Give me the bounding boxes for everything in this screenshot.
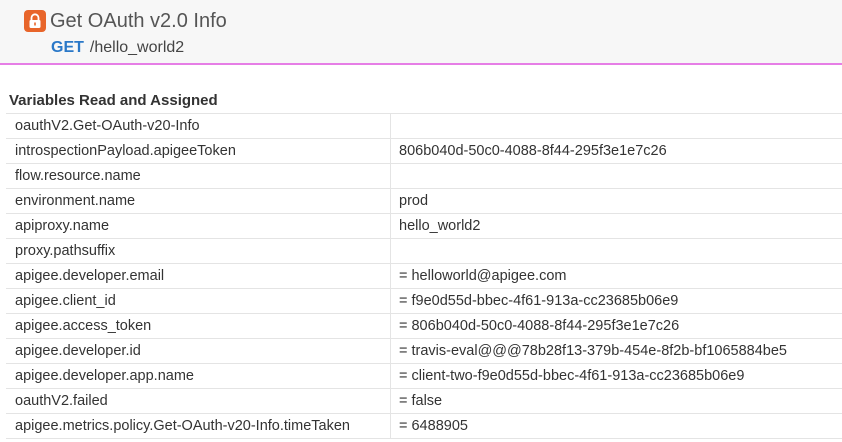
table-row: apigee.developer.app.name = client-two-f9…: [6, 363, 842, 389]
table-row: oauthV2.failed = false: [6, 388, 842, 414]
variable-name: apiproxy.name: [6, 213, 391, 239]
variable-value: = 6488905: [390, 413, 842, 439]
variable-name: apigee.developer.email: [6, 263, 391, 289]
variable-value: [390, 113, 842, 139]
variable-name: oauthV2.Get-OAuth-v20-Info: [6, 113, 391, 139]
variable-value: = helloworld@apigee.com: [390, 263, 842, 289]
variable-name: introspectionPayload.apigeeToken: [6, 138, 391, 164]
variable-value: = false: [390, 388, 842, 414]
variable-value: = travis-eval@@@78b28f13-379b-454e-8f2b-…: [390, 338, 842, 364]
table-row: flow.resource.name: [6, 163, 842, 189]
variables-table: oauthV2.Get-OAuth-v20-Info introspectionP…: [6, 113, 842, 439]
variable-name: flow.resource.name: [6, 163, 391, 189]
variable-value: = f9e0d55d-bbec-4f61-913a-cc23685b06e9: [390, 288, 842, 314]
variable-value: = client-two-f9e0d55d-bbec-4f61-913a-cc2…: [390, 363, 842, 389]
variable-value: [390, 238, 842, 264]
table-row: apigee.metrics.policy.Get-OAuth-v20-Info…: [6, 413, 842, 439]
variable-value: 806b040d-50c0-4088-8f44-295f3e1e7c26: [390, 138, 842, 164]
http-verb: GET: [51, 39, 84, 56]
variable-name: apigee.metrics.policy.Get-OAuth-v20-Info…: [6, 413, 391, 439]
table-row: apigee.client_id = f9e0d55d-bbec-4f61-913…: [6, 288, 842, 314]
variable-name: apigee.developer.app.name: [6, 363, 391, 389]
variable-name: apigee.developer.id: [6, 338, 391, 364]
table-row: apigee.developer.email = helloworld@apige…: [6, 263, 842, 289]
section-title: Variables Read and Assigned: [9, 92, 218, 109]
policy-title: Get OAuth v2.0 Info: [50, 10, 227, 32]
request-path: /hello_world2: [89, 39, 185, 56]
variable-name: apigee.client_id: [6, 288, 391, 314]
variable-name: oauthV2.failed: [6, 388, 391, 414]
variable-name: apigee.access_token: [6, 313, 391, 339]
variable-value: prod: [390, 188, 842, 214]
table-row: introspectionPayload.apigeeToken 806b040d…: [6, 138, 842, 164]
table-row: proxy.pathsuffix: [6, 238, 842, 264]
policy-header: Get OAuth v2.0 Info GET/hello_world2: [0, 0, 842, 65]
policy-title-row: Get OAuth v2.0 Info: [24, 8, 227, 34]
table-row: apigee.access_token = 806b040d-50c0-4088-…: [6, 313, 842, 339]
variable-value: [390, 163, 842, 189]
variable-name: proxy.pathsuffix: [6, 238, 391, 264]
request-line: GET/hello_world2: [51, 38, 184, 58]
table-row: environment.name prod: [6, 188, 842, 214]
table-row: apigee.developer.id = travis-eval@@@78b28…: [6, 338, 842, 364]
table-row: oauthV2.Get-OAuth-v20-Info: [6, 113, 842, 139]
variable-value: = 806b040d-50c0-4088-8f44-295f3e1e7c26: [390, 313, 842, 339]
variable-name: environment.name: [6, 188, 391, 214]
lock-icon: [24, 10, 46, 32]
variable-value: hello_world2: [390, 213, 842, 239]
table-row: apiproxy.name hello_world2: [6, 213, 842, 239]
